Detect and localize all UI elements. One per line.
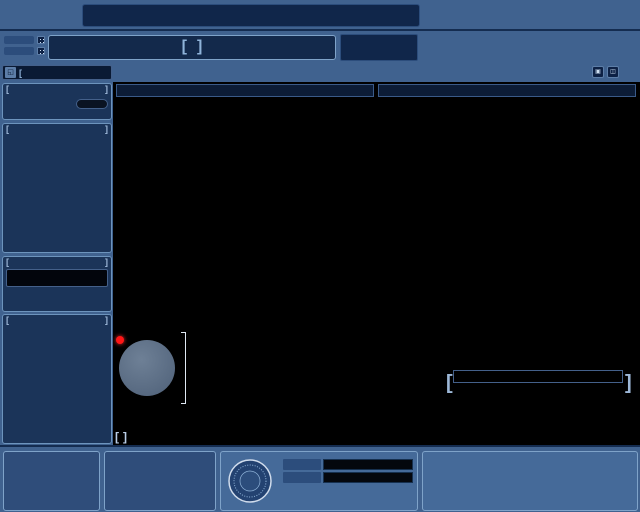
func-grid-panel — [422, 451, 638, 511]
timecode-panel: [] — [2, 256, 112, 312]
title-panel: [ ] — [48, 35, 336, 60]
field-terminal-panel — [220, 451, 418, 511]
forensic-locks-toggle[interactable] — [76, 99, 108, 109]
forensic-control-panel: [] — [2, 83, 112, 120]
status-dot — [116, 336, 124, 344]
vu-meter-ch01 — [116, 84, 374, 97]
surveillance-lines-panel — [104, 451, 216, 511]
bracket-left: [ — [182, 38, 187, 56]
bottom-bar — [0, 445, 640, 512]
plot-top-strip: ▣ ◫ — [113, 63, 640, 82]
top-bar — [0, 0, 640, 31]
mode-toggle[interactable] — [37, 47, 45, 55]
timecode-display — [6, 269, 108, 287]
bracket-right: ] — [197, 38, 202, 56]
main-menu-bar — [82, 4, 420, 27]
system-loads — [545, 33, 637, 61]
transport-bar: [ ] — [113, 429, 640, 444]
ruler-top — [116, 98, 636, 108]
trackball[interactable] — [119, 340, 175, 396]
pin-access-field[interactable] — [323, 472, 413, 483]
agent-name-label — [283, 459, 321, 470]
colorbar-legend: [ ] — [446, 368, 630, 398]
colorbar-gradient — [453, 370, 623, 383]
audio-surveillance-app: [ ] ◱ [ [] [] [] [] ▣ ◫ — [0, 0, 640, 512]
recording-capacity-panel: [] — [2, 314, 112, 444]
expand-icon[interactable]: ▣ — [592, 66, 604, 78]
pin-access-label — [283, 472, 321, 483]
trackball-bracket — [181, 332, 186, 404]
surlog-seal — [227, 458, 273, 504]
document-icon[interactable]: ◱ — [5, 67, 16, 78]
bracket: [ — [19, 68, 22, 78]
vu-meter-ch02 — [378, 84, 636, 97]
status-list — [340, 34, 418, 61]
panel-icon[interactable]: ◫ — [607, 66, 619, 78]
display-toggle[interactable] — [37, 36, 45, 44]
feed-header: ◱ [ — [2, 65, 112, 80]
display-mode-group — [4, 36, 45, 58]
ruler-bottom — [116, 419, 636, 429]
agent-name-field[interactable] — [323, 459, 413, 470]
display-label — [4, 36, 34, 44]
audio-stats-panel: [] — [2, 123, 112, 253]
mode-label — [4, 47, 34, 55]
layout-presets-panel — [3, 451, 100, 511]
